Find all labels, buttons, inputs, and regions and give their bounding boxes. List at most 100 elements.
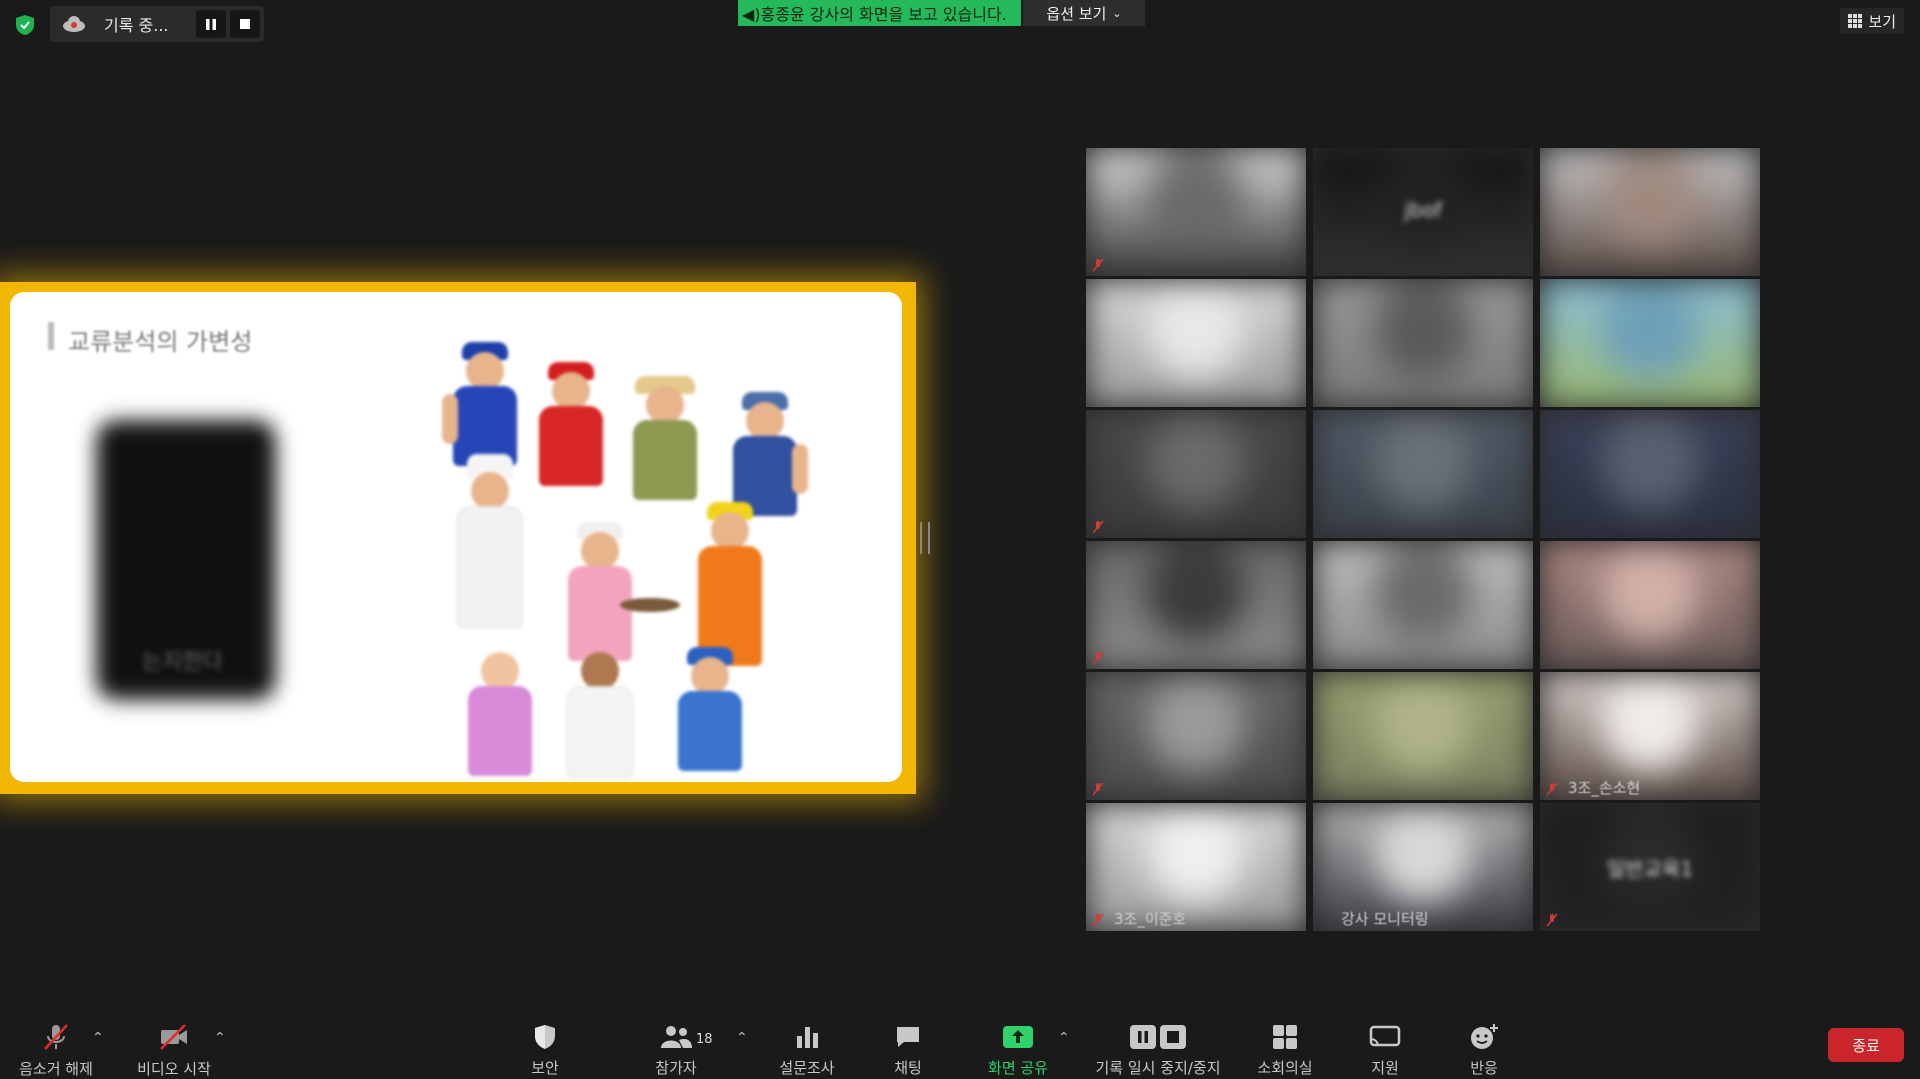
share-screen-label: 화면 공유: [988, 1059, 1048, 1077]
participant-tile[interactable]: 3조_이준호: [1086, 803, 1306, 931]
screen-share-banner: ◀)홍종윤 강사의 화면을 보고 있습니다.: [738, 0, 1021, 26]
participant-tile[interactable]: 강사 모니터링: [1313, 803, 1533, 931]
bar-chart-icon: [797, 1026, 818, 1048]
view-button-label: 보기: [1868, 12, 1896, 31]
muted-mic-icon: [1092, 520, 1104, 534]
participant-tile[interactable]: [1313, 672, 1533, 800]
slide-title: 교류분석의 가변성: [68, 328, 253, 356]
start-video-label: 비디오 시작: [137, 1060, 211, 1078]
polls-label: 설문조사: [779, 1059, 835, 1077]
presentation-slide: 교류분석의 가변성 는지한다: [10, 292, 902, 782]
meeting-toolbar: 음소거 해제 ⌃ 비디오 시작 ⌃ 보안 참가자 18 ⌃ 설문조사 채팅 화면…: [0, 1008, 1920, 1078]
security-label: 보안: [531, 1059, 559, 1077]
view-layout-button[interactable]: 보기: [1840, 8, 1904, 34]
participant-tile[interactable]: [1086, 672, 1306, 800]
muted-mic-icon: [1546, 782, 1558, 796]
participant-tile[interactable]: [1540, 410, 1760, 538]
participants-button[interactable]: 참가자: [616, 1022, 736, 1078]
participant-tile[interactable]: [1540, 541, 1760, 669]
grid-icon: [1848, 14, 1863, 28]
participants-label: 참가자: [655, 1059, 697, 1077]
participant-tile[interactable]: 3조_손소현: [1540, 672, 1760, 800]
emoji-plus-icon: [1471, 1023, 1498, 1049]
participant-tile[interactable]: [1540, 279, 1760, 407]
participant-tile[interactable]: [1086, 541, 1306, 669]
participant-tile[interactable]: jbof: [1313, 148, 1533, 276]
muted-mic-icon: [1092, 651, 1104, 665]
share-banner-text: ◀)홍종윤 강사의 화면을 보고 있습니다.: [742, 5, 1007, 24]
muted-mic-icon: [1546, 913, 1558, 927]
stop-icon: [240, 19, 250, 29]
participant-display-name: 일반교육1: [1606, 857, 1694, 881]
screen-cast-icon: [1369, 1025, 1401, 1046]
security-shield-icon[interactable]: [14, 14, 36, 36]
participant-tile[interactable]: [1313, 279, 1533, 407]
participant-name: 3조_손소현: [1568, 779, 1641, 797]
shared-screen[interactable]: 교류분석의 가변성 는지한다: [0, 282, 916, 794]
participant-video: [1086, 541, 1306, 669]
reactions-button[interactable]: 반응: [1424, 1022, 1544, 1078]
support-label: 지원: [1371, 1059, 1399, 1077]
participant-tile[interactable]: [1086, 148, 1306, 276]
share-screen-icon: [1003, 1025, 1033, 1048]
participant-video: [1540, 148, 1760, 276]
chat-bubble-icon: [897, 1026, 919, 1047]
breakout-rooms-label: 소회의실: [1257, 1059, 1313, 1077]
recording-label: 기록 중...: [104, 16, 169, 35]
participant-tile[interactable]: [1086, 410, 1306, 538]
participant-gallery: jbof 3조_손소현 3조_이준호 강사 모니터링 일반교육1: [1086, 148, 1762, 931]
participant-video: [1313, 279, 1533, 407]
recording-indicator: 기록 중...: [50, 6, 264, 42]
blurred-caption: 는지한다: [142, 650, 223, 675]
muted-mic-icon: [1092, 782, 1104, 796]
splitter-handle[interactable]: [920, 522, 930, 554]
shield-icon: [535, 1024, 555, 1049]
security-button[interactable]: 보안: [485, 1022, 605, 1078]
participants-icon: [661, 1025, 692, 1048]
participant-video: [1313, 410, 1533, 538]
participant-tile[interactable]: [1086, 279, 1306, 407]
view-options-label: 옵션 보기: [1046, 4, 1107, 23]
participant-video: [1086, 672, 1306, 800]
end-meeting-button[interactable]: 종료: [1828, 1028, 1904, 1062]
participant-video: [1540, 541, 1760, 669]
participant-name: 강사 모니터링: [1341, 910, 1429, 928]
participant-video: [1540, 410, 1760, 538]
participant-tile[interactable]: [1540, 148, 1760, 276]
view-options-dropdown[interactable]: 옵션 보기 ⌄: [1023, 0, 1145, 26]
participant-video: [1313, 541, 1533, 669]
audio-options-caret-icon[interactable]: ⌃: [92, 1030, 104, 1046]
participant-tile[interactable]: [1313, 541, 1533, 669]
breakout-rooms-icon: [1273, 1024, 1297, 1049]
video-options-caret-icon[interactable]: ⌃: [214, 1030, 226, 1046]
title-accent-bar: [48, 322, 54, 350]
recording-controls-label: 기록 일시 중지/중지: [1095, 1059, 1221, 1077]
participant-tile[interactable]: [1313, 410, 1533, 538]
video-off-icon: [160, 1024, 187, 1050]
muted-mic-icon: [1092, 913, 1104, 927]
participants-count: 18: [696, 1032, 713, 1047]
participant-video: [1086, 148, 1306, 276]
microphone-muted-icon: [44, 1024, 68, 1050]
participant-tile[interactable]: 일반교육1: [1540, 803, 1760, 931]
muted-mic-icon: [1092, 258, 1104, 272]
unmute-label: 음소거 해제: [19, 1060, 93, 1078]
pause-icon: [206, 18, 216, 30]
stop-recording-button[interactable]: [230, 10, 260, 38]
participant-video: [1313, 672, 1533, 800]
participant-video: [1086, 410, 1306, 538]
chat-button[interactable]: 채팅: [848, 1022, 968, 1078]
share-options-caret-icon[interactable]: ⌃: [1058, 1030, 1070, 1046]
participant-video: [1540, 279, 1760, 407]
chat-label: 채팅: [894, 1059, 922, 1077]
pause-recording-button[interactable]: [196, 10, 226, 38]
pause-stop-icon: [1130, 1024, 1186, 1049]
reactions-label: 반응: [1470, 1059, 1498, 1077]
participant-name: 3조_이준호: [1114, 910, 1187, 928]
participant-display-name: jbof: [1404, 198, 1442, 222]
children-costumes-image: [430, 342, 850, 778]
cloud-recording-icon: [63, 16, 85, 32]
participant-video: [1086, 279, 1306, 407]
chevron-down-icon: ⌄: [1112, 6, 1122, 20]
recording-controls-button[interactable]: 기록 일시 중지/중지: [1095, 1022, 1221, 1078]
